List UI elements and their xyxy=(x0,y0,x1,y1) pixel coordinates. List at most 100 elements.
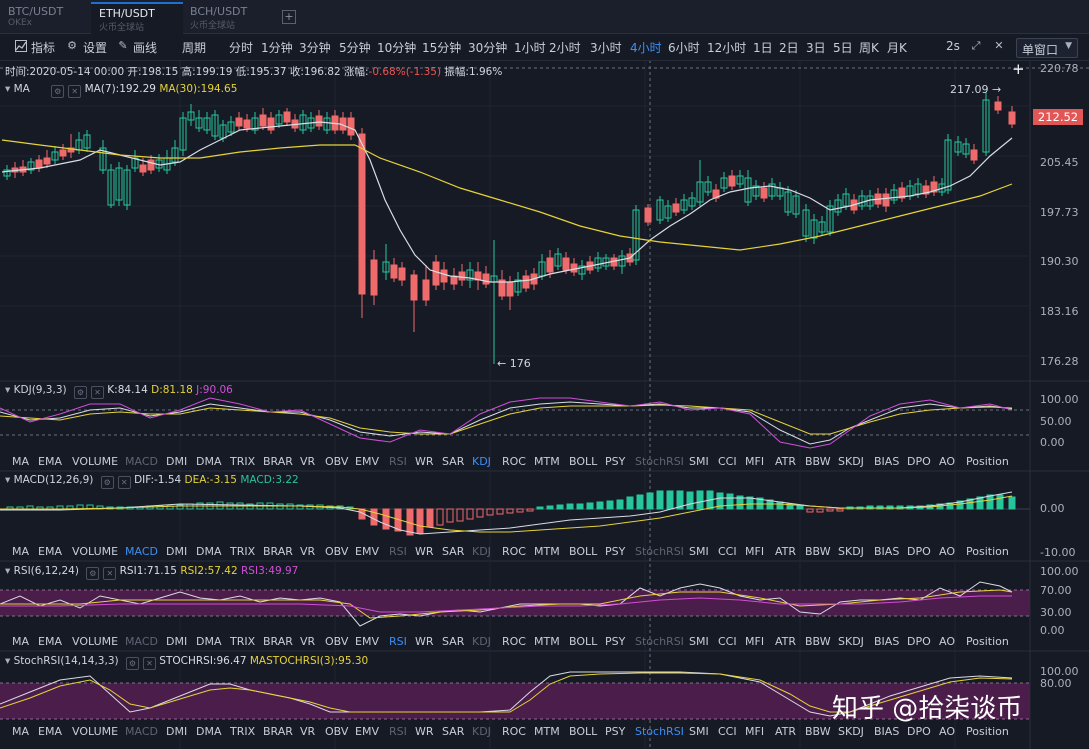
indicator-tab-ma[interactable]: MA xyxy=(12,725,29,738)
indicator-tab-rsi[interactable]: RSI xyxy=(389,455,407,468)
indicator-tab-wr[interactable]: WR xyxy=(415,545,434,558)
indicator-tab-sar[interactable]: SAR xyxy=(442,635,464,648)
indicator-tab-cci[interactable]: CCI xyxy=(718,545,737,558)
tab-btc-usdt[interactable]: BTC/USDT OKEx xyxy=(0,2,92,32)
indicator-tab-stochrsi[interactable]: StochRSI xyxy=(635,725,684,738)
period-option[interactable]: 6小时 xyxy=(668,39,700,56)
indicator-tab-ema[interactable]: EMA xyxy=(38,455,62,468)
indicator-tab-rsi[interactable]: RSI xyxy=(389,725,407,738)
settings-icon[interactable]: ⚙ xyxy=(51,85,65,98)
indicator-tab-bias[interactable]: BIAS xyxy=(874,725,899,738)
indicator-tab-vr[interactable]: VR xyxy=(300,725,315,738)
indicator-tab-bias[interactable]: BIAS xyxy=(874,635,899,648)
period-option[interactable]: 5分钟 xyxy=(339,39,371,56)
indicator-tab-obv[interactable]: OBV xyxy=(325,635,348,648)
indicator-tab-stochrsi[interactable]: StochRSI xyxy=(635,545,684,558)
indicator-tab-skdj[interactable]: SKDJ xyxy=(838,725,864,738)
indicator-tab-dma[interactable]: DMA xyxy=(196,455,222,468)
indicator-tab-roc[interactable]: ROC xyxy=(502,455,526,468)
indicator-tab-position[interactable]: Position xyxy=(966,635,1009,648)
indicator-tab-stochrsi[interactable]: StochRSI xyxy=(635,455,684,468)
indicator-tab-mfi[interactable]: MFI xyxy=(745,545,764,558)
indicator-tab-dma[interactable]: DMA xyxy=(196,635,222,648)
period-option[interactable]: 3分钟 xyxy=(299,39,331,56)
chevron-down-icon[interactable]: ▾ xyxy=(5,83,10,95)
period-option[interactable]: 15分钟 xyxy=(422,39,461,56)
indicator-tab-volume[interactable]: VOLUME xyxy=(72,635,118,648)
indicator-tab-cci[interactable]: CCI xyxy=(718,455,737,468)
indicator-tab-vr[interactable]: VR xyxy=(300,545,315,558)
indicator-tab-boll[interactable]: BOLL xyxy=(569,545,597,558)
indicator-tab-dpo[interactable]: DPO xyxy=(907,635,931,648)
refresh-timer[interactable]: 2s xyxy=(946,39,960,53)
indicator-tab-wr[interactable]: WR xyxy=(415,635,434,648)
indicator-tab-trix[interactable]: TRIX xyxy=(230,545,255,558)
indicator-tab-vr[interactable]: VR xyxy=(300,635,315,648)
period-option[interactable]: 月K xyxy=(887,39,907,56)
close-icon[interactable]: ✕ xyxy=(68,85,82,98)
indicator-tab-brar[interactable]: BRAR xyxy=(263,455,293,468)
indicator-tab-macd[interactable]: MACD xyxy=(125,725,158,738)
indicator-tab-bbw[interactable]: BBW xyxy=(805,725,831,738)
indicator-tab-rsi[interactable]: RSI xyxy=(389,545,407,558)
indicator-tab-trix[interactable]: TRIX xyxy=(230,725,255,738)
indicator-tab-ma[interactable]: MA xyxy=(12,545,29,558)
indicator-tab-brar[interactable]: BRAR xyxy=(263,545,293,558)
indicator-tab-brar[interactable]: BRAR xyxy=(263,725,293,738)
indicator-tab-mfi[interactable]: MFI xyxy=(745,635,764,648)
period-option[interactable]: 10分钟 xyxy=(377,39,416,56)
indicator-tab-trix[interactable]: TRIX xyxy=(230,635,255,648)
indicator-tab-macd[interactable]: MACD xyxy=(125,455,158,468)
indicator-tab-boll[interactable]: BOLL xyxy=(569,455,597,468)
indicator-tab-atr[interactable]: ATR xyxy=(775,635,796,648)
period-option[interactable]: 1分钟 xyxy=(261,39,293,56)
close-icon[interactable]: ✕ xyxy=(142,657,156,670)
period-option[interactable]: 分时 xyxy=(229,39,253,56)
indicator-tab-sar[interactable]: SAR xyxy=(442,725,464,738)
indicator-tab-ma[interactable]: MA xyxy=(12,635,29,648)
indicator-tab-smi[interactable]: SMI xyxy=(689,725,709,738)
indicator-tab-kdj[interactable]: KDJ xyxy=(472,725,491,738)
indicator-tab-bbw[interactable]: BBW xyxy=(805,545,831,558)
indicator-tab-bias[interactable]: BIAS xyxy=(874,545,899,558)
indicator-tab-position[interactable]: Position xyxy=(966,725,1009,738)
indicator-tab-smi[interactable]: SMI xyxy=(689,545,709,558)
period-option[interactable]: 2小时 xyxy=(549,39,581,56)
indicator-tab-boll[interactable]: BOLL xyxy=(569,725,597,738)
close-icon[interactable]: ✕ xyxy=(103,567,117,580)
chevron-down-icon[interactable]: ▾ xyxy=(5,384,10,396)
indicator-tab-psy[interactable]: PSY xyxy=(605,455,625,468)
indicator-tab-dmi[interactable]: DMI xyxy=(166,725,187,738)
chevron-down-icon[interactable]: ▾ xyxy=(5,474,10,486)
chevron-down-icon[interactable]: ▾ xyxy=(5,565,10,577)
period-option[interactable]: 3日 xyxy=(806,39,826,56)
fullscreen-icon[interactable]: ⤢ xyxy=(970,40,982,52)
settings-button[interactable]: 设置 xyxy=(83,39,107,56)
indicator-tab-dpo[interactable]: DPO xyxy=(907,455,931,468)
indicator-tab-ma[interactable]: MA xyxy=(12,455,29,468)
indicator-tab-psy[interactable]: PSY xyxy=(605,725,625,738)
indicator-tab-emv[interactable]: EMV xyxy=(355,635,379,648)
indicator-button[interactable]: 指标 xyxy=(31,39,55,56)
indicator-tab-roc[interactable]: ROC xyxy=(502,545,526,558)
period-option[interactable]: 12小时 xyxy=(707,39,746,56)
indicator-tab-mfi[interactable]: MFI xyxy=(745,725,764,738)
indicator-tab-cci[interactable]: CCI xyxy=(718,635,737,648)
indicator-tab-kdj[interactable]: KDJ xyxy=(472,635,491,648)
indicator-tab-atr[interactable]: ATR xyxy=(775,725,796,738)
indicator-tab-ao[interactable]: AO xyxy=(939,635,955,648)
settings-icon[interactable]: ⚙ xyxy=(125,657,139,670)
indicator-tab-trix[interactable]: TRIX xyxy=(230,455,255,468)
indicator-tab-obv[interactable]: OBV xyxy=(325,725,348,738)
indicator-tab-skdj[interactable]: SKDJ xyxy=(838,635,864,648)
indicator-tab-obv[interactable]: OBV xyxy=(325,455,348,468)
settings-icon[interactable]: ⚙ xyxy=(86,567,100,580)
indicator-tab-wr[interactable]: WR xyxy=(415,725,434,738)
window-mode-select[interactable]: 单窗口 ▼ xyxy=(1016,38,1078,58)
indicator-tab-ao[interactable]: AO xyxy=(939,455,955,468)
indicator-tab-ao[interactable]: AO xyxy=(939,545,955,558)
close-icon[interactable]: ✕ xyxy=(993,40,1005,52)
indicator-tab-roc[interactable]: ROC xyxy=(502,635,526,648)
indicator-tab-kdj[interactable]: KDJ xyxy=(472,545,491,558)
indicator-tab-boll[interactable]: BOLL xyxy=(569,635,597,648)
